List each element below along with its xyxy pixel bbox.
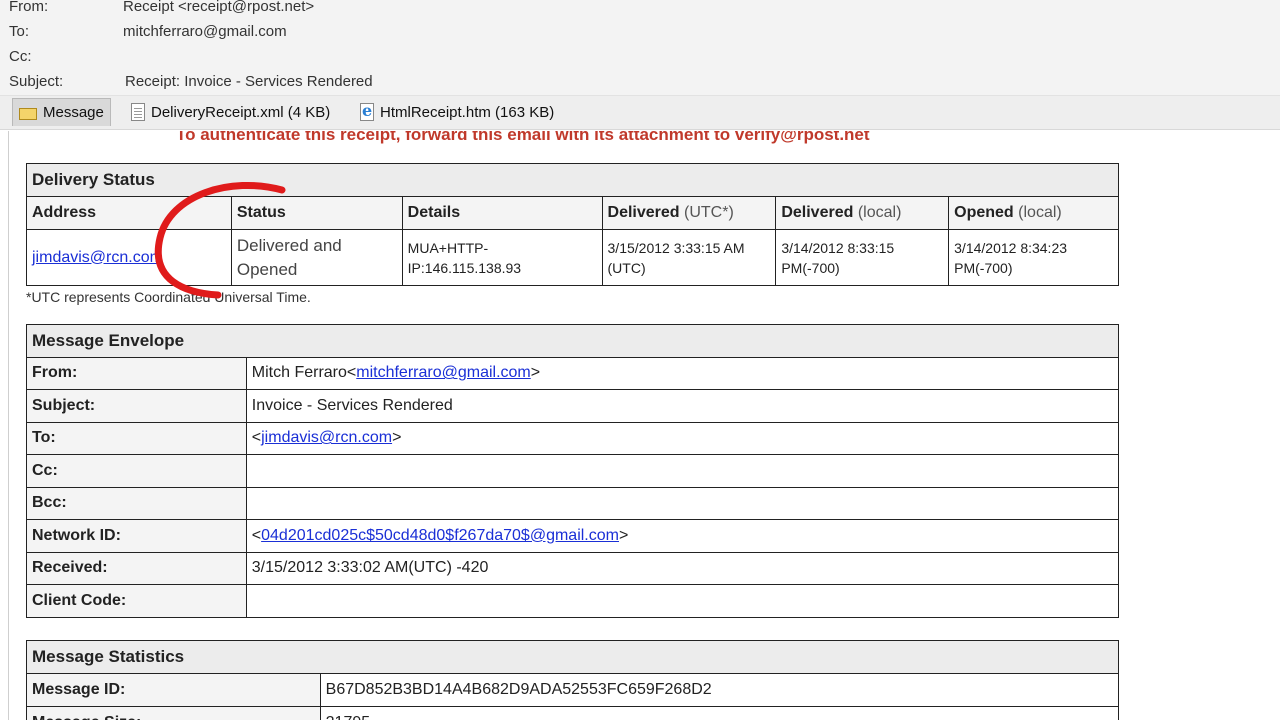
table-row: Message ID: B67D852B3BD14A4B682D9ADA5255… [26, 673, 1120, 707]
col-details: Details [401, 196, 603, 230]
message-statistics-title: Message Statistics [26, 640, 1119, 674]
message-tab-label: Message [43, 104, 104, 121]
env-cc-label: Cc: [26, 454, 247, 488]
html-file-icon [360, 101, 374, 121]
delivered-local-cell: 3/14/2012 8:33:15 PM(-700) [775, 229, 950, 286]
table-row: Client Code: [26, 584, 1120, 618]
col-delivered-utc: Delivered (UTC*) [601, 196, 777, 230]
env-subject-label: Subject: [26, 389, 247, 423]
stat-message-id-value: B67D852B3BD14A4B682D9ADA52553FC659F268D2 [319, 673, 1120, 707]
delivered-utc-cell: 3/15/2012 3:33:15 AM (UTC) [601, 229, 777, 286]
email-header: From: Receipt <receipt@rpost.net> To: mi… [0, 0, 1280, 96]
env-received-value: 3/15/2012 3:33:02 AM(UTC) -420 [245, 551, 1120, 585]
verify-notice: To authenticate this receipt, forward th… [176, 131, 870, 144]
table-row: Bcc: [26, 486, 1120, 520]
subject-label: Subject: [9, 73, 64, 90]
to-row: To: mitchferraro@gmail.com [9, 23, 1269, 45]
env-received-label: Received: [26, 551, 247, 585]
status-cell: Delivered and Opened [230, 229, 403, 286]
col-address: Address [26, 196, 232, 230]
message-statistics-table: Message Statistics Message ID: B67D852B3… [26, 640, 1120, 720]
delivery-status-title: Delivery Status [26, 163, 1119, 197]
subject-row: Subject: Receipt: Invoice - Services Ren… [9, 73, 1269, 95]
attachment-html[interactable]: HtmlReceipt.htm (163 KB) [354, 98, 560, 126]
cc-row: Cc: [9, 48, 1269, 70]
env-client-code-label: Client Code: [26, 584, 247, 618]
receipt-body: To authenticate this receipt, forward th… [8, 131, 1280, 720]
message-envelope-title: Message Envelope [26, 324, 1119, 358]
attachment-bar: Message DeliveryReceipt.xml (4 KB) HtmlR… [0, 96, 1280, 130]
table-row: Message Size: 21795 [26, 706, 1120, 720]
env-network-id-label: Network ID: [26, 519, 247, 553]
stat-message-id-label: Message ID: [26, 673, 321, 707]
delivery-status-table: Delivery Status Address Status Details D… [26, 163, 1119, 286]
env-to-label: To: [26, 421, 247, 455]
table-row: jimdavis@rcn.com Delivered and Opened MU… [26, 229, 1119, 286]
table-row: Cc: [26, 454, 1120, 488]
env-bcc-value [245, 486, 1120, 520]
details-cell: MUA+HTTP-IP:146.115.138.93 [401, 229, 603, 286]
xml-file-icon [131, 103, 145, 121]
table-row: Network ID: <04d201cd025c$50cd48d0$f267d… [26, 519, 1120, 553]
env-client-code-value [245, 584, 1120, 618]
utc-footnote: *UTC represents Coordinated Universal Ti… [26, 289, 311, 305]
cc-label: Cc: [9, 48, 32, 65]
table-row: Received: 3/15/2012 3:33:02 AM(UTC) -420 [26, 551, 1120, 585]
from-row: From: Receipt <receipt@rpost.net> [9, 0, 1269, 20]
env-from-value: Mitch Ferraro<mitchferraro@gmail.com> [245, 356, 1120, 390]
from-label: From: [9, 0, 49, 15]
env-subject-value: Invoice - Services Rendered [245, 389, 1120, 423]
table-row: From: Mitch Ferraro<mitchferraro@gmail.c… [26, 356, 1120, 390]
stat-message-size-value: 21795 [319, 706, 1120, 720]
col-status: Status [230, 196, 403, 230]
env-cc-value [245, 454, 1120, 488]
attachment-html-label: HtmlReceipt.htm (163 KB) [380, 103, 555, 121]
col-opened-local: Opened (local) [948, 196, 1119, 230]
opened-local-cell: 3/14/2012 8:34:23 PM(-700) [948, 229, 1119, 286]
to-value[interactable]: mitchferraro@gmail.com [123, 23, 287, 40]
table-row: To: <jimdavis@rcn.com> [26, 421, 1120, 455]
env-to-email-link[interactable]: jimdavis@rcn.com [261, 429, 392, 446]
env-network-id-link[interactable]: 04d201cd025c$50cd48d0$f267da70$@gmail.co… [261, 527, 619, 544]
env-bcc-label: Bcc: [26, 486, 247, 520]
col-delivered-local: Delivered (local) [775, 196, 950, 230]
attachment-xml[interactable]: DeliveryReceipt.xml (4 KB) [125, 98, 336, 126]
address-link[interactable]: jimdavis@rcn.com [32, 249, 163, 266]
to-label: To: [9, 23, 30, 40]
stat-message-size-label: Message Size: [26, 706, 321, 720]
env-to-value: <jimdavis@rcn.com> [245, 421, 1120, 455]
env-network-id-value: <04d201cd025c$50cd48d0$f267da70$@gmail.c… [245, 519, 1120, 553]
envelope-icon [19, 107, 37, 120]
env-from-email-link[interactable]: mitchferraro@gmail.com [356, 364, 531, 381]
table-row: Subject: Invoice - Services Rendered [26, 389, 1120, 423]
attachment-xml-label: DeliveryReceipt.xml (4 KB) [151, 103, 331, 121]
env-from-label: From: [26, 356, 247, 390]
message-envelope-table: Message Envelope From: Mitch Ferraro<mit… [26, 324, 1120, 618]
from-value[interactable]: Receipt <receipt@rpost.net> [123, 0, 314, 15]
message-tab[interactable]: Message [12, 98, 111, 126]
subject-value: Receipt: Invoice - Services Rendered [125, 73, 373, 90]
address-cell: jimdavis@rcn.com [26, 229, 232, 286]
